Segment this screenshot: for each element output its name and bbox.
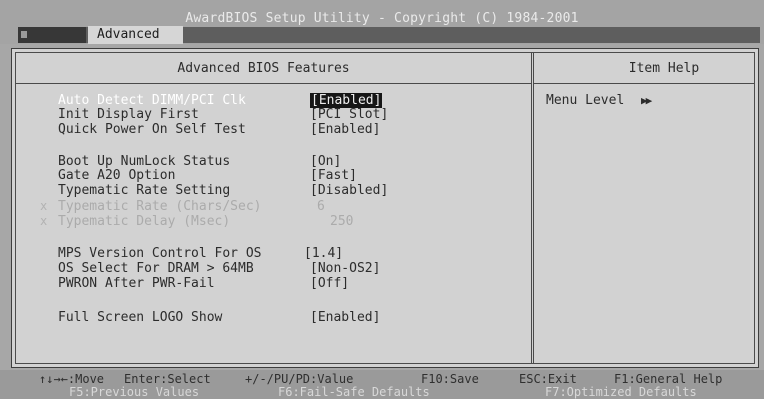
option-label-typematic-rate: Typematic Rate (Chars/Sec) [58, 199, 262, 214]
option-value-quick-post[interactable]: [Enabled] [310, 122, 380, 137]
option-value-gate-a20[interactable]: [Fast] [310, 168, 357, 183]
option-label-init-display[interactable]: Init Display First [58, 107, 199, 122]
option-value-highlight[interactable]: [Enabled] [310, 93, 383, 108]
option-label-mps-version[interactable]: MPS Version Control For OS [58, 246, 262, 261]
disabled-marker-icon: x [40, 214, 48, 228]
option-label-typematic-delay: Typematic Delay (Msec) [58, 214, 231, 229]
option-value-mps-version[interactable]: [1.4] [304, 246, 343, 261]
option-value-typematic-setting[interactable]: [Disabled] [310, 183, 388, 198]
tab-left-segment [18, 27, 86, 43]
panel-divider [531, 53, 534, 363]
option-label-os-select[interactable]: OS Select For DRAM > 64MB [58, 261, 254, 276]
option-label-typematic-setting[interactable]: Typematic Rate Setting [58, 183, 230, 198]
tab-advanced[interactable]: Advanced [88, 26, 183, 44]
help-title: Item Help [534, 53, 754, 84]
option-value-typematic-delay: 250 [330, 214, 354, 229]
footer-failsafe-hint: F6:Fail-Safe Defaults [278, 385, 430, 399]
option-label-quick-post[interactable]: Quick Power On Self Test [58, 122, 246, 137]
menu-level-label: Menu Level [546, 93, 625, 108]
option-value-logo-show[interactable]: [Enabled] [310, 310, 380, 325]
option-value-typematic-rate: 6 [317, 199, 325, 214]
option-label-logo-show[interactable]: Full Screen LOGO Show [58, 310, 222, 325]
menu-level-arrows-icon: ▶▶ [641, 94, 652, 107]
option-label-auto-detect[interactable]: Auto Detect DIMM/PCI Clk [58, 93, 246, 108]
disabled-marker-icon: x [40, 199, 48, 213]
option-value-init-display[interactable]: [PCI Slot] [310, 107, 388, 122]
option-label-numlock[interactable]: Boot Up NumLock Status [58, 154, 230, 169]
option-label-pwron[interactable]: PWRON After PWR-Fail [58, 276, 215, 291]
window-title: AwardBIOS Setup Utility - Copyright (C) … [185, 11, 579, 26]
option-value-os-select[interactable]: [Non-OS2] [310, 261, 380, 276]
panel-title: Advanced BIOS Features [16, 53, 531, 84]
option-value-auto-detect[interactable]: [Enabled] [310, 93, 383, 108]
option-label-gate-a20[interactable]: Gate A20 Option [58, 168, 175, 183]
option-value-numlock[interactable]: [On] [310, 154, 341, 169]
menu-marker-icon [21, 31, 27, 38]
footer-optimized-hint: F7:Optimized Defaults [545, 385, 697, 399]
option-value-pwron[interactable]: [Off] [310, 276, 349, 291]
footer-previous-hint: F5:Previous Values [69, 385, 200, 399]
